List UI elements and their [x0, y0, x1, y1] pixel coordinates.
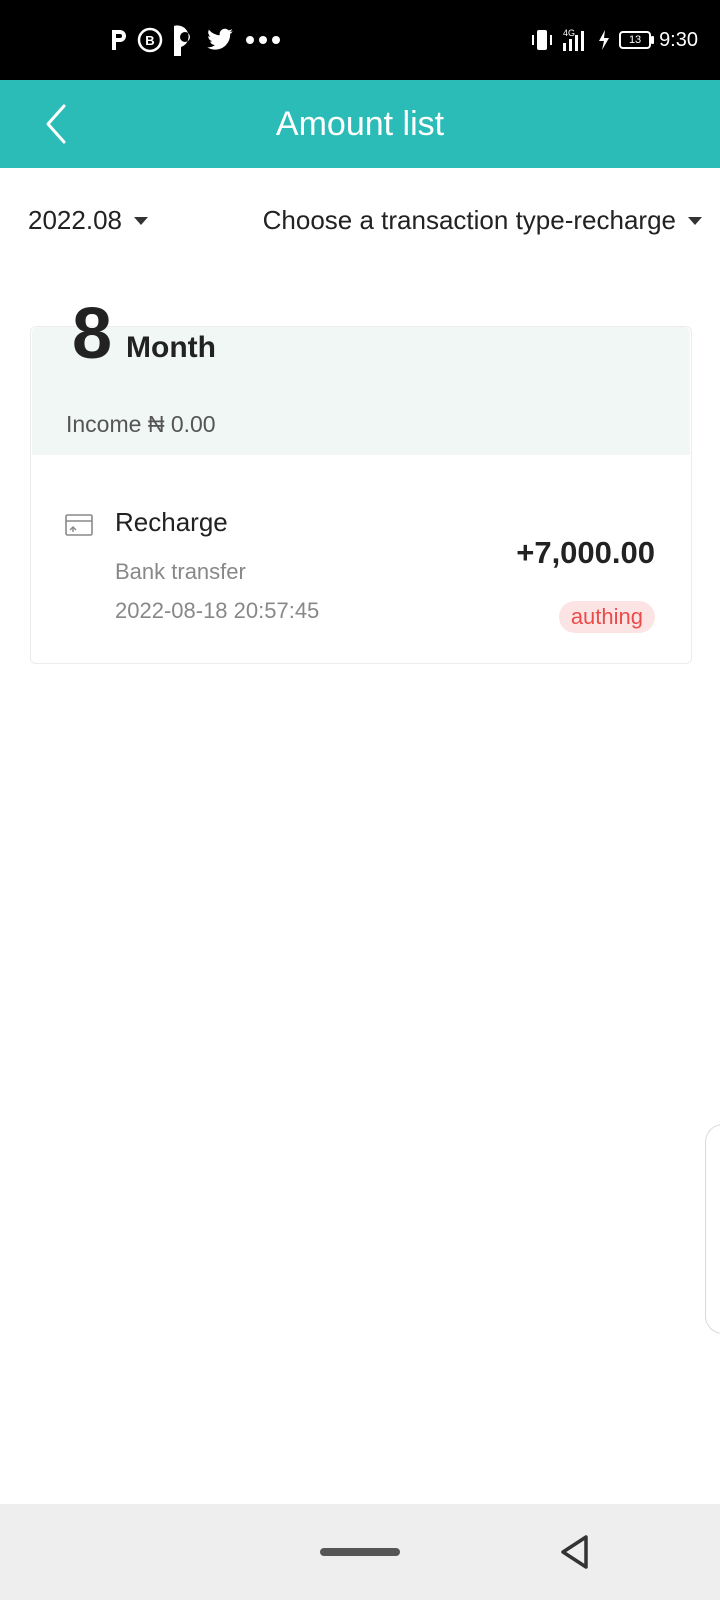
battery-level: 13 [628, 34, 642, 46]
home-pill-icon[interactable] [320, 1548, 400, 1556]
page-title: Amount list [275, 105, 445, 143]
app-bar: Amount list [0, 80, 720, 168]
month-number: 8 [72, 294, 113, 374]
transaction-type-dropdown[interactable]: Choose a transaction type-recharge [263, 205, 702, 236]
month-label: Month [126, 331, 216, 364]
card-icon [65, 514, 93, 536]
notification-icons: B [108, 18, 280, 62]
signal-icon: 4G [563, 28, 585, 51]
p-bold-app-icon [174, 25, 190, 56]
month-summary-header: 8 Month Income ₦ 0.00 [32, 294, 690, 455]
transaction-date: 2022-08-18 20:57:45 [115, 598, 320, 623]
system-nav-bar [0, 1504, 720, 1600]
more-dots-icon [246, 36, 280, 44]
month-summary-card: 8 Month Income ₦ 0.00 Recharge Bank tran… [30, 294, 692, 664]
status-badge: authing [558, 601, 655, 633]
back-triangle-icon[interactable] [556, 1532, 596, 1572]
transaction-title: Recharge [115, 507, 228, 537]
transaction-type-value: Choose a transaction type-recharge [262, 205, 676, 235]
transaction-method: Bank transfer [115, 559, 246, 584]
status-bar: B 4G 13 9:30 [0, 0, 720, 80]
filter-row: 2022.08 Choose a transaction type-rechar… [0, 195, 720, 259]
b-app-icon: B [137, 27, 163, 53]
status-time: 9:30 [659, 28, 698, 51]
caret-down-icon [688, 216, 702, 225]
caret-down-icon [133, 216, 148, 225]
charging-icon [599, 30, 610, 50]
income-total: Income ₦ 0.00 [66, 411, 216, 437]
floating-edge-handle[interactable] [705, 1124, 720, 1334]
battery-icon: 13 [619, 31, 655, 49]
vibrate-icon [532, 30, 553, 50]
month-filter-value: 2022.08 [28, 205, 122, 235]
system-icons: 4G 13 9:30 [531, 18, 698, 62]
chevron-left-icon [46, 104, 66, 144]
month-filter-dropdown[interactable]: 2022.08 [28, 205, 148, 236]
back-button[interactable] [26, 94, 86, 154]
p-app-icon [112, 30, 126, 50]
network-type-label: 4G [563, 28, 575, 38]
transaction-amount: +7,000.00 [516, 535, 655, 570]
transaction-item[interactable]: Recharge Bank transfer 2022-08-18 20:57:… [31, 477, 691, 657]
twitter-icon [207, 28, 233, 50]
svg-text:B: B [145, 33, 154, 48]
